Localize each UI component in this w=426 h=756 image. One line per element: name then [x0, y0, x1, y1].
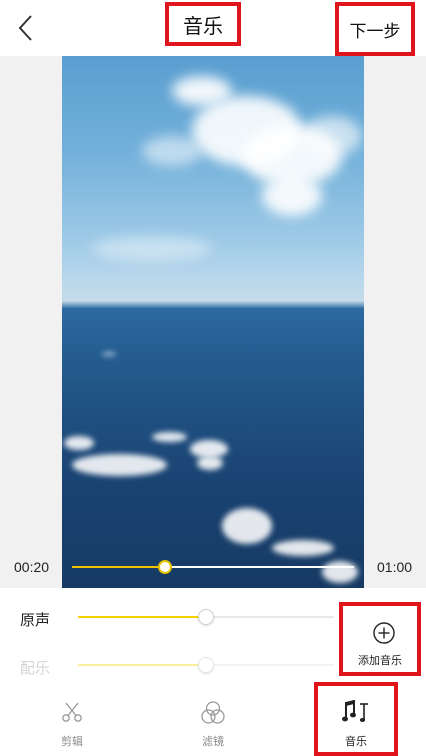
- original-sound-volume-slider[interactable]: [78, 609, 334, 625]
- background-music-volume-slider: [78, 657, 334, 673]
- tab-filter[interactable]: 滤镜: [183, 690, 243, 756]
- tab-music[interactable]: 音乐: [314, 682, 398, 756]
- cloud: [302, 116, 362, 156]
- wave-foam: [152, 432, 187, 442]
- wave-foam: [272, 540, 334, 556]
- add-music-label: 添加音乐: [358, 655, 402, 667]
- background-music-slider-handle: [198, 657, 214, 673]
- preview-area: 00:20 01:00: [0, 56, 426, 588]
- playback-progress-fill: [72, 566, 166, 568]
- cloud: [142, 136, 202, 166]
- wave-foam: [222, 508, 272, 544]
- tab-edit[interactable]: 剪辑: [42, 690, 102, 756]
- wave-foam: [322, 561, 358, 583]
- top-bar: 音乐 下一步: [0, 0, 426, 56]
- next-step-button[interactable]: 下一步: [335, 2, 415, 56]
- background-music-label: 配乐: [20, 660, 51, 677]
- wave-foam: [197, 456, 223, 470]
- cloud: [262, 176, 322, 216]
- background-music-slider-fill: [78, 664, 206, 666]
- wave-foam: [72, 454, 167, 476]
- cloud: [92, 236, 212, 261]
- music-note-icon: [342, 700, 368, 722]
- wave-foam: [64, 436, 94, 450]
- tab-edit-label: 剪辑: [61, 736, 83, 748]
- circle-plus-icon: [373, 622, 395, 644]
- wave-foam: [102, 352, 116, 356]
- page-title: 音乐: [165, 2, 241, 46]
- page-title-text: 音乐: [183, 15, 223, 38]
- original-sound-slider-fill: [78, 616, 206, 618]
- original-sound-label: 原声: [20, 612, 51, 629]
- total-time: 01:00: [377, 559, 413, 575]
- playback-progress-handle[interactable]: [158, 560, 173, 574]
- original-sound-slider-handle[interactable]: [198, 609, 214, 625]
- chevron-left-icon[interactable]: [12, 12, 42, 44]
- next-step-label: 下一步: [349, 21, 401, 41]
- playback-progress-bar[interactable]: [72, 560, 354, 574]
- video-preview[interactable]: [62, 56, 364, 588]
- tab-filter-label: 滤镜: [202, 736, 224, 748]
- tab-music-label: 音乐: [345, 736, 367, 748]
- scissors-icon: [62, 702, 82, 722]
- add-music-button[interactable]: 添加音乐: [339, 602, 421, 676]
- filter-circles-icon: [201, 701, 225, 724]
- current-time: 00:20: [14, 559, 50, 575]
